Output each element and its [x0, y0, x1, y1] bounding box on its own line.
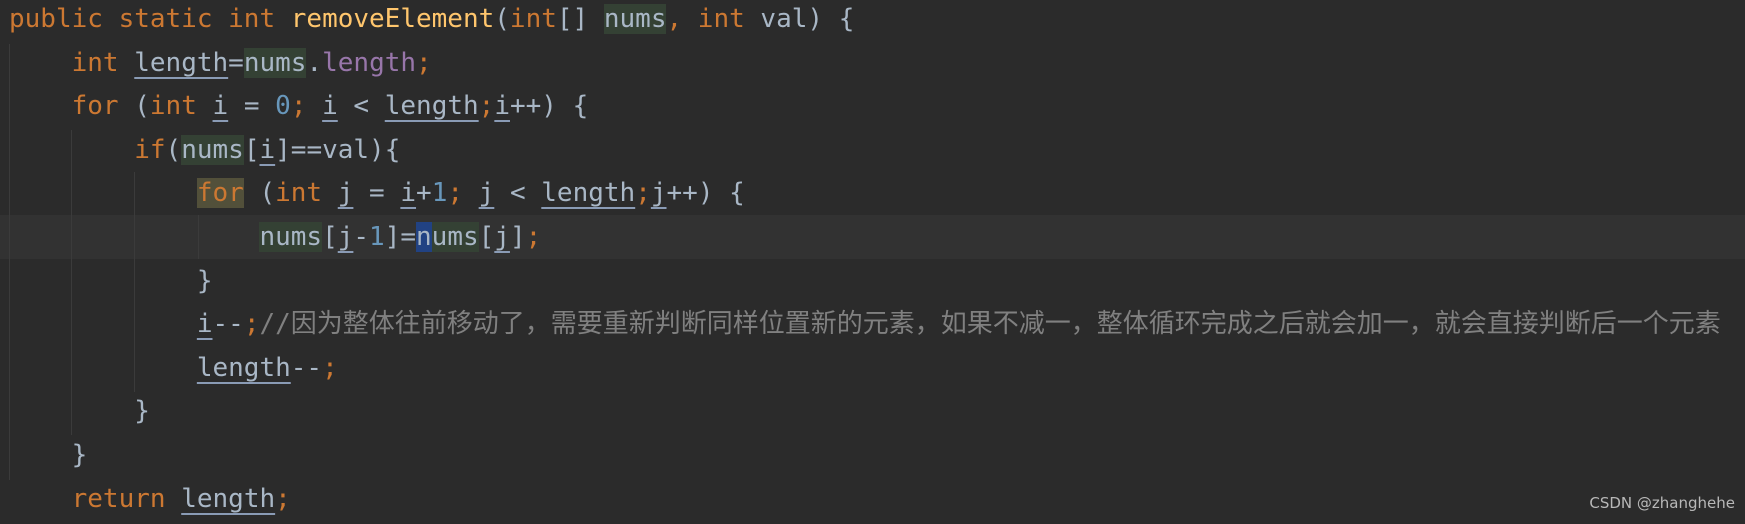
code-token: length: [384, 91, 479, 122]
code-token: nums: [243, 47, 307, 78]
code-token: nums: [259, 222, 323, 252]
code-token: (: [494, 4, 510, 34]
code-token: j: [494, 222, 510, 252]
code-token: --: [290, 352, 323, 383]
code-token: ;: [525, 222, 542, 252]
code-token: int: [275, 178, 338, 209]
code-token: ++) {: [509, 91, 589, 122]
code-token: []: [556, 4, 604, 34]
code-token: ;: [322, 352, 338, 383]
code-token: ++) {: [666, 178, 745, 209]
code-token: ,: [666, 4, 698, 34]
code-token: ;: [243, 309, 260, 340]
code-token: j: [337, 178, 354, 209]
code-line[interactable]: public static int removeElement(int[] nu…: [9, 0, 854, 41]
code-token: i: [259, 134, 276, 165]
code-token: length: [181, 483, 276, 514]
code-token: j: [650, 178, 667, 209]
code-token: -: [353, 222, 370, 252]
code-token: return: [71, 483, 182, 514]
code-token: ]=: [384, 222, 417, 252]
code-token: }: [9, 396, 150, 427]
code-token: nums: [603, 4, 667, 34]
code-line[interactable]: i--;//因为整体往前移动了，需要重新判断同样位置新的元素，如果不减一，整体循…: [9, 302, 1721, 346]
code-token: ;: [290, 91, 323, 122]
code-token: (: [165, 134, 182, 165]
code-token: 0: [275, 91, 291, 122]
code-token: ;: [275, 483, 291, 514]
code-token: j: [337, 222, 354, 252]
code-token: ]==val){: [275, 134, 401, 165]
code-token: int: [697, 4, 761, 34]
code-line[interactable]: nums[j-1]=nums[j];: [9, 215, 541, 259]
code-token: nums: [181, 134, 244, 165]
code-token: }: [9, 265, 213, 296]
watermark: CSDN @zhanghehe: [1589, 494, 1735, 512]
code-line[interactable]: length--;: [9, 346, 338, 390]
code-token: <: [494, 178, 542, 209]
code-token: ;: [416, 47, 432, 78]
code-token: .: [306, 47, 323, 78]
code-token: i: [196, 309, 213, 340]
code-token: public static int: [9, 4, 291, 34]
code-token: length: [541, 178, 636, 209]
code-token: int: [149, 91, 213, 122]
code-line[interactable]: if(nums[i]==val){: [9, 128, 400, 172]
code-token: =: [228, 91, 276, 122]
code-token: (: [134, 91, 150, 122]
code-token: --: [212, 309, 244, 340]
code-editor[interactable]: public static int removeElement(int[] nu…: [0, 0, 1745, 524]
code-token: removeElement: [290, 4, 495, 34]
code-token: i: [212, 91, 229, 122]
code-token: length: [134, 47, 229, 78]
code-token: int: [71, 47, 135, 78]
code-token: +: [416, 178, 432, 209]
code-token: ;: [635, 178, 651, 209]
code-token: length: [322, 47, 417, 78]
code-line[interactable]: }: [9, 433, 88, 477]
code-token: length: [196, 352, 291, 383]
code-token: }: [9, 440, 88, 470]
code-token: [: [243, 134, 260, 165]
code-line[interactable]: return length;: [9, 477, 291, 521]
code-comment: //因为整体往前移动了，需要重新判断同样位置新的元素，如果不减一，整体循环完成之…: [259, 309, 1721, 340]
code-line[interactable]: for (int i = 0; i < length;i++) {: [9, 84, 589, 128]
code-token: [: [322, 222, 338, 252]
code-token: 1: [431, 178, 448, 209]
code-token: j: [478, 178, 495, 209]
code-token: int: [509, 4, 557, 34]
code-token: val) {: [760, 4, 855, 34]
code-line[interactable]: int length=nums.length;: [9, 41, 432, 85]
code-line[interactable]: }: [9, 389, 150, 433]
code-token: 1: [369, 222, 385, 252]
code-token: ;: [447, 178, 479, 209]
code-token: =: [353, 178, 401, 209]
code-token: ]: [509, 222, 526, 252]
code-token: i: [494, 91, 510, 122]
code-token: if: [134, 134, 166, 165]
code-token: [: [478, 222, 495, 252]
code-token: ;: [478, 91, 495, 122]
code-token: for: [196, 178, 244, 209]
code-token: <: [337, 91, 385, 122]
code-token: n: [416, 222, 432, 252]
code-token: i: [400, 178, 417, 209]
code-token: i: [322, 91, 338, 122]
code-token: =: [228, 47, 244, 78]
code-token: (: [243, 178, 276, 209]
code-token: for: [71, 91, 135, 122]
code-token: ums: [431, 222, 479, 252]
code-line[interactable]: }: [9, 259, 213, 303]
code-line[interactable]: for (int j = i+1; j < length;j++) {: [9, 171, 745, 215]
